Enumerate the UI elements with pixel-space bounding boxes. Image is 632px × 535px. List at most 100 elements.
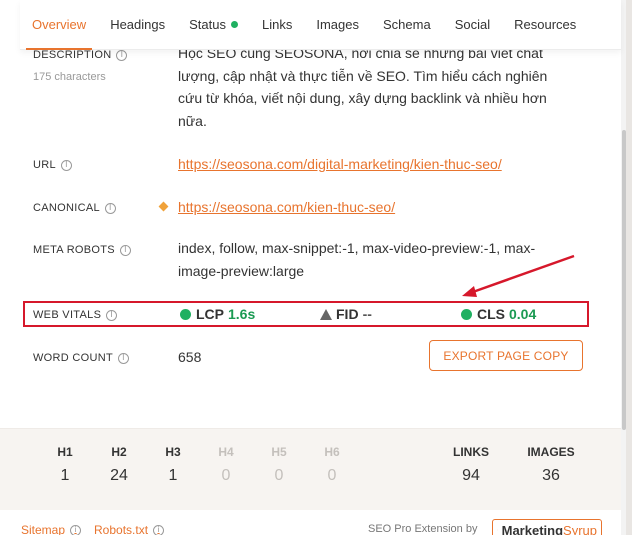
description-value: Học SEO cùng SEOSONA, nơi chia sẻ những … <box>178 50 547 132</box>
fid-name: FID <box>336 306 359 322</box>
lcp-value: 1.6s <box>228 306 256 322</box>
marketingsyrup-logo[interactable]: Marketing Syrup <box>492 519 602 535</box>
stat-h6: H6 0 <box>309 445 355 485</box>
fid-value: -- <box>362 306 372 322</box>
cls-name: CLS <box>477 306 505 322</box>
lcp-name: LCP <box>196 306 224 322</box>
description-label: Description i <box>33 50 128 61</box>
stat-h3: H3 1 <box>150 445 196 485</box>
stat-value: 0 <box>327 467 337 484</box>
canonical-label: Canonical i <box>33 202 116 214</box>
stat-label: H5 <box>271 445 287 459</box>
stat-value: 1 <box>168 467 178 484</box>
stat-h5: H5 0 <box>256 445 302 485</box>
info-icon[interactable]: i <box>106 309 118 321</box>
info-icon[interactable]: i <box>70 524 82 535</box>
description-label-text: Description <box>33 50 112 61</box>
status-ok-icon <box>230 21 238 28</box>
tab-links-label: Links <box>261 17 293 32</box>
maple-leaf-icon <box>497 529 498 531</box>
tab-schema-label: Schema <box>382 17 431 32</box>
canonical-link[interactable]: https://seosona.com/kien-thuc-seo/ <box>178 199 395 215</box>
info-icon[interactable]: i <box>116 50 128 61</box>
canonical-value: https://seosona.com/kien-thuc-seo/ <box>178 196 395 219</box>
stat-images: IMAGES 36 <box>520 445 582 485</box>
info-icon[interactable]: i <box>104 202 116 214</box>
meta-robots-label: Meta Robots i <box>33 244 131 256</box>
description-char-count: 175 characters <box>33 71 106 83</box>
url-label: URL i <box>33 159 72 171</box>
stat-links: LINKS 94 <box>443 445 499 485</box>
description-line: lượng, cập nhật và thực tiễn về SEO. Tìm… <box>178 67 548 84</box>
tab-resources[interactable]: Resources <box>502 0 588 50</box>
extension-panel: Overview Headings Status Links Images Sc… <box>0 0 632 535</box>
robots-txt-label: Robots.txt <box>94 523 149 535</box>
meta-robots-line: image-preview:large <box>178 262 305 279</box>
word-count-value: 658 <box>178 349 202 365</box>
stat-label: H3 <box>165 445 181 459</box>
stat-h4: H4 0 <box>203 445 249 485</box>
robots-txt-link[interactable]: Robots.txt i <box>94 523 165 535</box>
cls-value: 0.04 <box>509 306 537 322</box>
canonical-diamond-icon <box>158 201 169 212</box>
tab-headings[interactable]: Headings <box>98 0 177 50</box>
footer: Sitemap i Robots.txt i SEO Pro Extension b… <box>0 510 621 535</box>
tab-images-label: Images <box>316 17 359 32</box>
info-icon[interactable]: i <box>119 244 131 256</box>
fid-metric: FID -- <box>320 306 372 322</box>
stat-label: IMAGES <box>527 445 575 459</box>
stat-value: 1 <box>60 467 70 484</box>
tab-overview-label: Overview <box>32 17 87 32</box>
word-count-label: Word Count i <box>33 352 129 364</box>
window-edge <box>626 0 632 535</box>
stat-value: 0 <box>274 467 284 484</box>
tab-social[interactable]: Social <box>443 0 502 50</box>
good-status-icon <box>461 308 472 320</box>
info-icon[interactable]: i <box>153 524 165 535</box>
info-icon[interactable]: i <box>60 159 72 171</box>
tab-images[interactable]: Images <box>304 0 371 50</box>
tab-bar: Overview Headings Status Links Images Sc… <box>20 0 621 50</box>
web-vitals-label-text: Web Vitals <box>33 309 102 321</box>
stat-value: 94 <box>462 467 480 484</box>
stat-value: 36 <box>542 467 560 484</box>
lcp-metric: LCP 1.6s <box>180 306 255 322</box>
stat-label: H6 <box>324 445 340 459</box>
sitemap-link[interactable]: Sitemap i <box>21 523 82 535</box>
brand-name-part2: Syrup <box>563 522 597 535</box>
canonical-label-text: Canonical <box>33 202 100 214</box>
tab-resources-label: Resources <box>514 17 577 32</box>
no-data-triangle-icon <box>320 308 332 320</box>
meta-robots-label-text: Meta Robots <box>33 244 115 256</box>
description-line: cứu từ khóa, viết nội dung, xây dựng bac… <box>178 90 547 106</box>
brand-name-part1: Marketing <box>501 522 564 535</box>
stat-label: H1 <box>57 445 73 459</box>
description-line: nữa. <box>178 112 207 129</box>
stat-h2: H2 24 <box>96 445 142 485</box>
url-label-text: URL <box>33 159 56 171</box>
stat-label: H4 <box>218 445 234 459</box>
stat-label: H2 <box>111 445 127 459</box>
stats-bar: H1 1 H2 24 H3 1 H4 0 H5 0 H6 0 LINKS 94 … <box>0 428 621 510</box>
web-vitals-label: Web Vitals i <box>33 309 118 321</box>
stat-h1: H1 1 <box>42 445 88 485</box>
info-icon[interactable]: i <box>118 352 129 364</box>
tab-overview[interactable]: Overview <box>20 0 98 50</box>
sitemap-label: Sitemap <box>21 523 66 535</box>
url-link[interactable]: https://seosona.com/digital-marketing/ki… <box>178 156 502 172</box>
good-status-icon <box>180 308 191 320</box>
tab-status[interactable]: Status <box>177 0 250 50</box>
cls-metric: CLS 0.04 <box>461 306 536 322</box>
export-page-copy-button[interactable]: EXPORT PAGE COPY <box>429 340 583 371</box>
credit-text: SEO Pro Extension by <box>368 523 478 535</box>
meta-robots-value: index, follow, max-snippet:-1, max-video… <box>178 237 535 282</box>
description-line: Học SEO cùng SEOSONA, nơi chia sẻ những … <box>178 50 543 61</box>
url-value: https://seosona.com/digital-marketing/ki… <box>178 153 502 176</box>
tab-links[interactable]: Links <box>250 0 304 50</box>
tab-schema[interactable]: Schema <box>371 0 443 50</box>
tab-social-label: Social <box>454 17 491 32</box>
stat-label: LINKS <box>453 445 489 459</box>
tab-status-label: Status <box>189 17 226 32</box>
stat-value: 24 <box>110 467 128 484</box>
word-count-label-text: Word Count <box>33 352 113 364</box>
